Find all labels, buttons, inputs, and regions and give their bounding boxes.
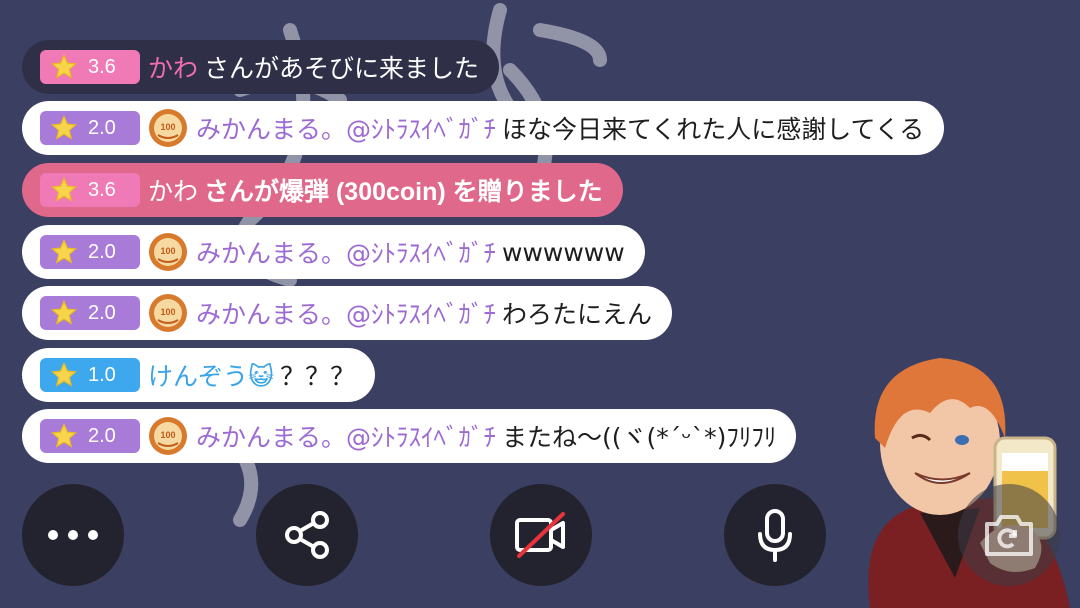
- coin-badge-icon: 100: [149, 294, 187, 332]
- coin-label: 100: [160, 246, 175, 256]
- message-text: さんがあそびに来ました: [204, 54, 480, 83]
- chat-message[interactable]: 3.6 かわ さんが爆弾 (300coin) を贈りました: [22, 163, 623, 217]
- chat-message[interactable]: 2.0 100 みかんまる。@ｼﾄﾗｽｲﾍﾞｶﾞﾁ またね〜((ヾ(*´ᵕ`*)ﾌﾘﾌ…: [22, 409, 797, 463]
- username[interactable]: かわ: [148, 49, 198, 85]
- camera-toggle-button[interactable]: [490, 484, 592, 586]
- level-value: 1.0: [88, 363, 116, 386]
- coin-badge-icon: 100: [149, 417, 187, 455]
- share-button[interactable]: [256, 484, 358, 586]
- star-icon: [50, 53, 78, 79]
- level-value: 2.0: [88, 116, 116, 139]
- user-level-badge: 1.0: [40, 358, 140, 392]
- username[interactable]: けんぞう😺: [148, 357, 274, 393]
- chat-message[interactable]: 2.0 100 みかんまる。@ｼﾄﾗｽｲﾍﾞｶﾞﾁ ほな今日来てくれた人に感謝してくる: [22, 101, 945, 155]
- star-icon: [50, 422, 78, 448]
- coin-badge-icon: 100: [149, 109, 187, 147]
- chat-message[interactable]: 2.0 100 みかんまる。@ｼﾄﾗｽｲﾍﾞｶﾞﾁ wwwwww: [22, 225, 645, 279]
- screenshot-camera-icon: [985, 515, 1033, 556]
- microphone-icon: [758, 509, 792, 562]
- share-icon: [285, 511, 329, 559]
- message-text: ほな今日来てくれた人に感謝してくる: [502, 115, 925, 144]
- more-options-button[interactable]: [22, 484, 124, 586]
- star-icon: [50, 114, 78, 140]
- user-level-badge: 2.0: [40, 296, 140, 330]
- message-text: ？？？: [280, 362, 356, 391]
- message-text: またね〜((ヾ(*´ᵕ`*)ﾌﾘﾌﾘ: [502, 423, 777, 452]
- level-value: 3.6: [88, 55, 116, 78]
- user-level-badge: 2.0: [40, 419, 140, 453]
- star-icon: [50, 238, 78, 264]
- level-value: 2.0: [88, 424, 116, 447]
- level-value: 2.0: [88, 301, 116, 324]
- user-level-badge: 3.6: [40, 173, 140, 207]
- coin-label: 100: [160, 307, 175, 317]
- coin-label: 100: [160, 430, 175, 440]
- microphone-button[interactable]: [724, 484, 826, 586]
- camera-off-icon: [515, 512, 565, 558]
- level-value: 3.6: [88, 178, 116, 201]
- username[interactable]: みかんまる。@ｼﾄﾗｽｲﾍﾞｶﾞﾁ: [196, 234, 496, 270]
- chat-message[interactable]: 2.0 100 みかんまる。@ｼﾄﾗｽｲﾍﾞｶﾞﾁ わろたにえん: [22, 286, 673, 340]
- coin-badge-icon: 100: [149, 233, 187, 271]
- username[interactable]: かわ: [148, 172, 198, 208]
- chat-message[interactable]: 1.0 けんぞう😺？？？: [22, 348, 376, 402]
- username[interactable]: みかんまる。@ｼﾄﾗｽｲﾍﾞｶﾞﾁ: [196, 110, 496, 146]
- more-icon: [48, 530, 98, 540]
- user-level-badge: 2.0: [40, 235, 140, 269]
- message-text: wwwwww: [502, 237, 625, 267]
- star-icon: [50, 299, 78, 325]
- chat-message[interactable]: 3.6 かわ さんがあそびに来ました: [22, 40, 500, 94]
- username[interactable]: みかんまる。@ｼﾄﾗｽｲﾍﾞｶﾞﾁ: [196, 295, 496, 331]
- message-text: わろたにえん: [502, 300, 653, 329]
- star-icon: [50, 176, 78, 202]
- coin-label: 100: [160, 122, 175, 132]
- screenshot-button[interactable]: [958, 484, 1060, 586]
- user-level-badge: 2.0: [40, 111, 140, 145]
- message-text: さんが爆弾 (300coin) を贈りました: [204, 178, 603, 206]
- star-icon: [50, 361, 78, 387]
- user-level-badge: 3.6: [40, 50, 140, 84]
- level-value: 2.0: [88, 240, 116, 263]
- username[interactable]: みかんまる。@ｼﾄﾗｽｲﾍﾞｶﾞﾁ: [196, 418, 496, 454]
